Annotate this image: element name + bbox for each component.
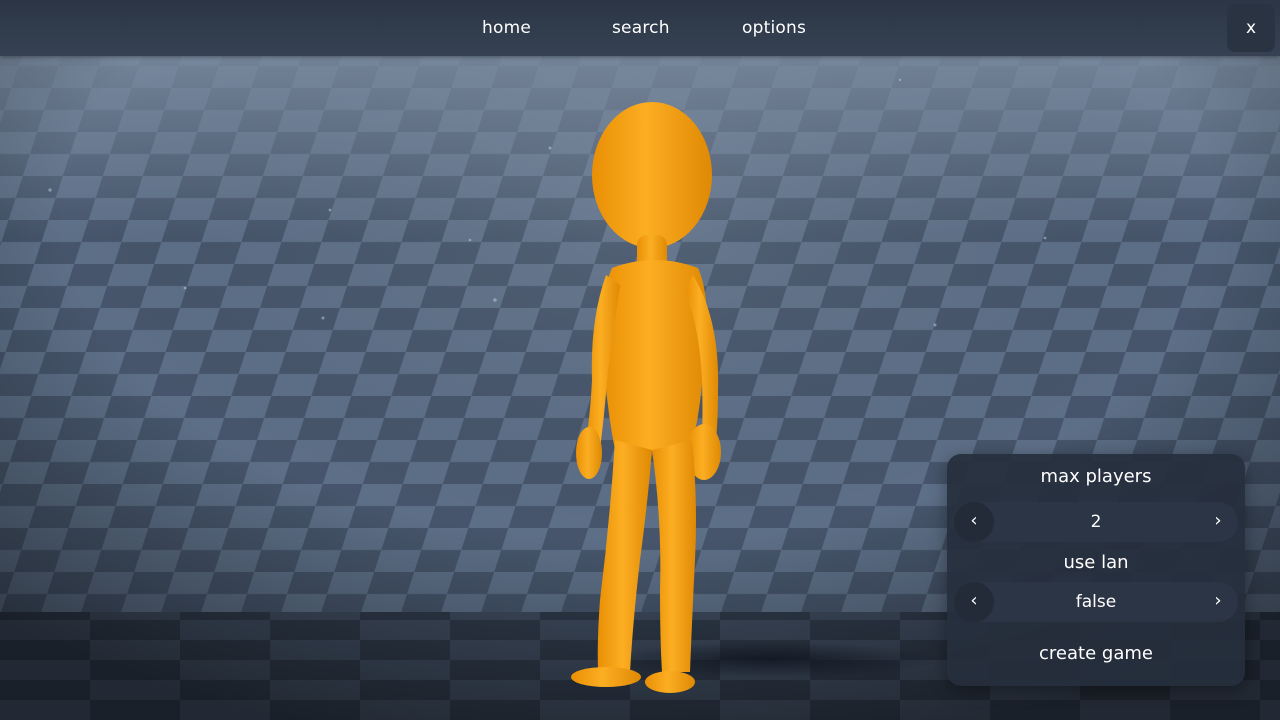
chevron-right-icon: ›	[1214, 510, 1222, 531]
close-icon: x	[1245, 18, 1257, 38]
max-players-label: max players	[1040, 466, 1152, 487]
max-players-value: 2	[1090, 512, 1102, 532]
max-players-prev-button[interactable]: ‹	[954, 502, 994, 542]
nav-search[interactable]: search	[612, 16, 670, 40]
use-lan-label: use lan	[1063, 552, 1129, 573]
use-lan-selector: ‹ false ›	[954, 582, 1238, 622]
create-game-panel: max players ‹ 2 › use lan ‹ false › crea…	[947, 454, 1245, 686]
use-lan-value: false	[1075, 592, 1117, 612]
nav-home[interactable]: home	[482, 16, 531, 40]
top-nav-bar: home search options x	[0, 0, 1280, 56]
chevron-left-icon: ‹	[970, 590, 978, 611]
max-players-next-button[interactable]: ›	[1198, 502, 1238, 542]
chevron-right-icon: ›	[1214, 590, 1222, 611]
use-lan-next-button[interactable]: ›	[1198, 582, 1238, 622]
nav-options[interactable]: options	[742, 16, 806, 40]
max-players-selector: ‹ 2 ›	[954, 502, 1238, 542]
close-button[interactable]: x	[1227, 4, 1275, 52]
create-game-button[interactable]: create game	[947, 638, 1245, 670]
chevron-left-icon: ‹	[970, 510, 978, 531]
use-lan-prev-button[interactable]: ‹	[954, 582, 994, 622]
